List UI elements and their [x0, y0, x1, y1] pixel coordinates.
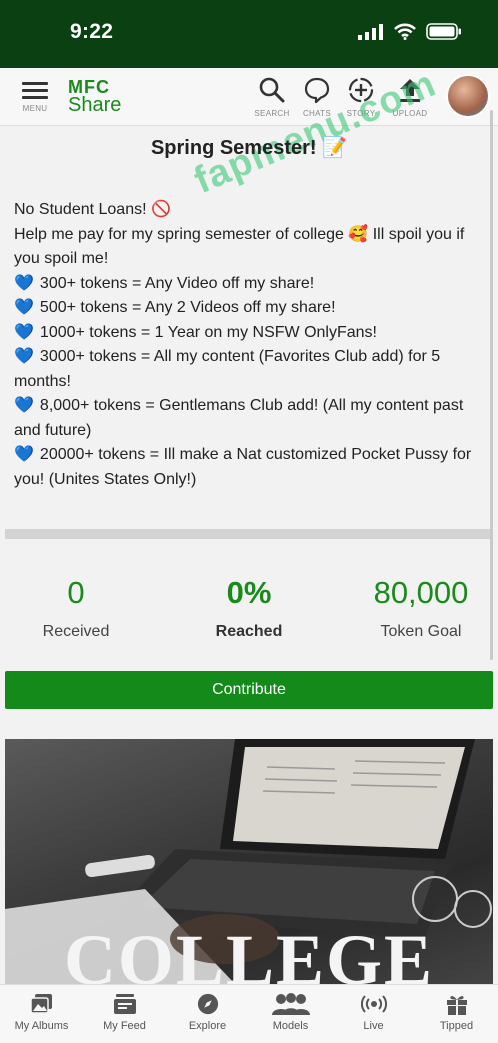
blue-heart-icon: 💙: [14, 323, 34, 341]
user-avatar[interactable]: [446, 74, 490, 118]
blue-heart-icon: 💙: [14, 348, 34, 365]
tier-text: 1000+ tokens = 1 Year on my NSFW OnlyFan…: [39, 323, 377, 341]
blue-heart-icon: 💙: [14, 397, 34, 414]
nav-explore[interactable]: Explore: [166, 985, 249, 1043]
stat-received: 0 Received: [0, 575, 156, 641]
compass-icon: [197, 993, 218, 1015]
blue-heart-icon: 💙: [14, 274, 34, 292]
albums-icon: [29, 994, 52, 1014]
gift-icon: [446, 996, 467, 1015]
tier-text: 300+ tokens = Any Video off my share!: [39, 274, 315, 292]
nav-label: My Feed: [103, 1020, 146, 1032]
nav-label: Models: [272, 1020, 309, 1032]
stat-token-goal: 80,000 Token Goal: [341, 575, 498, 641]
nav-my-albums[interactable]: My Albums: [0, 985, 83, 1043]
token-goal-label: Token Goal: [380, 623, 462, 640]
blue-heart-icon: 💙: [14, 299, 34, 316]
tier-text: 8,000+ tokens = Gentlemans Club add! (Al…: [14, 397, 464, 439]
menu-button[interactable]: MENU: [20, 78, 50, 113]
stat-reached: 0% Reached: [169, 575, 329, 641]
bottom-nav: My Albums My Feed Explore Models Live Ti…: [0, 984, 498, 1043]
description-line: No Student Loans! 🚫: [14, 201, 171, 218]
received-value: 0: [67, 575, 85, 610]
goal-progress-bar: [5, 529, 493, 539]
goal-title: Spring Semester! 📝: [150, 137, 348, 159]
search-label: SEARCH: [254, 109, 290, 118]
token-goal-value: 80,000: [373, 575, 469, 610]
blue-heart-icon: 💙: [14, 446, 34, 463]
tier-text: 3000+ tokens = All my content (Favorites…: [14, 348, 441, 390]
wifi-icon: [394, 23, 416, 40]
chat-bubble-icon: [304, 77, 330, 104]
tier-item: 💙 20000+ tokens = Ill make a Nat customiz…: [14, 443, 484, 492]
nav-label: Live: [363, 1020, 384, 1032]
goal-description: No Student Loans! 🚫 Help me pay for my s…: [14, 198, 484, 492]
menu-icon: [20, 82, 50, 99]
nav-live[interactable]: Live: [332, 985, 415, 1043]
received-label: Received: [42, 623, 110, 640]
nav-label: Explore: [188, 1020, 227, 1032]
tier-text: 500+ tokens = Any 2 Videos off my share!: [39, 299, 336, 316]
contribute-button[interactable]: Contribute: [5, 671, 493, 709]
mfc-share-logo[interactable]: MFC Share: [68, 78, 121, 115]
cover-title: COLLEGE: [63, 920, 435, 984]
tier-item: 💙 8,000+ tokens = Gentlemans Club add! (A…: [14, 394, 484, 443]
description-line: Help me pay for my spring semester of co…: [14, 225, 465, 268]
status-bar: 9:22: [0, 0, 498, 68]
tier-item: 💙 500+ tokens = Any 2 Videos off my share…: [14, 296, 484, 321]
logo-share-text: Share: [68, 94, 122, 116]
tier-item: 💙 3000+ tokens = All my content (Favorite…: [14, 345, 484, 394]
menu-label: MENU: [22, 104, 48, 113]
tier-item: 💙 1000+ tokens = 1 Year on my NSFW OnlyFa…: [14, 321, 484, 346]
status-icons: [358, 23, 462, 40]
search-button[interactable]: SEARCH: [250, 76, 294, 118]
nav-label: Tipped: [439, 1020, 474, 1032]
models-icon: [271, 993, 310, 1015]
signal-icon: [358, 23, 383, 40]
nav-my-feed[interactable]: My Feed: [83, 985, 166, 1043]
reached-label: Reached: [215, 623, 283, 640]
reached-value: 0%: [226, 575, 272, 610]
goal-cover-image: COLLEGE: [5, 739, 493, 984]
nav-label: My Albums: [14, 1020, 69, 1032]
nav-tipped[interactable]: Tipped: [415, 985, 498, 1043]
battery-icon: [426, 23, 461, 40]
feed-icon: [113, 994, 136, 1014]
nav-models[interactable]: Models: [249, 985, 332, 1043]
tier-text: 20000+ tokens = Ill make a Nat customize…: [14, 446, 472, 488]
status-time: 9:22: [70, 20, 114, 43]
scrollbar[interactable]: [490, 110, 493, 660]
search-icon: [259, 77, 285, 103]
tier-item: 💙 300+ tokens = Any Video off my share!: [14, 272, 484, 297]
live-icon: [360, 995, 387, 1013]
